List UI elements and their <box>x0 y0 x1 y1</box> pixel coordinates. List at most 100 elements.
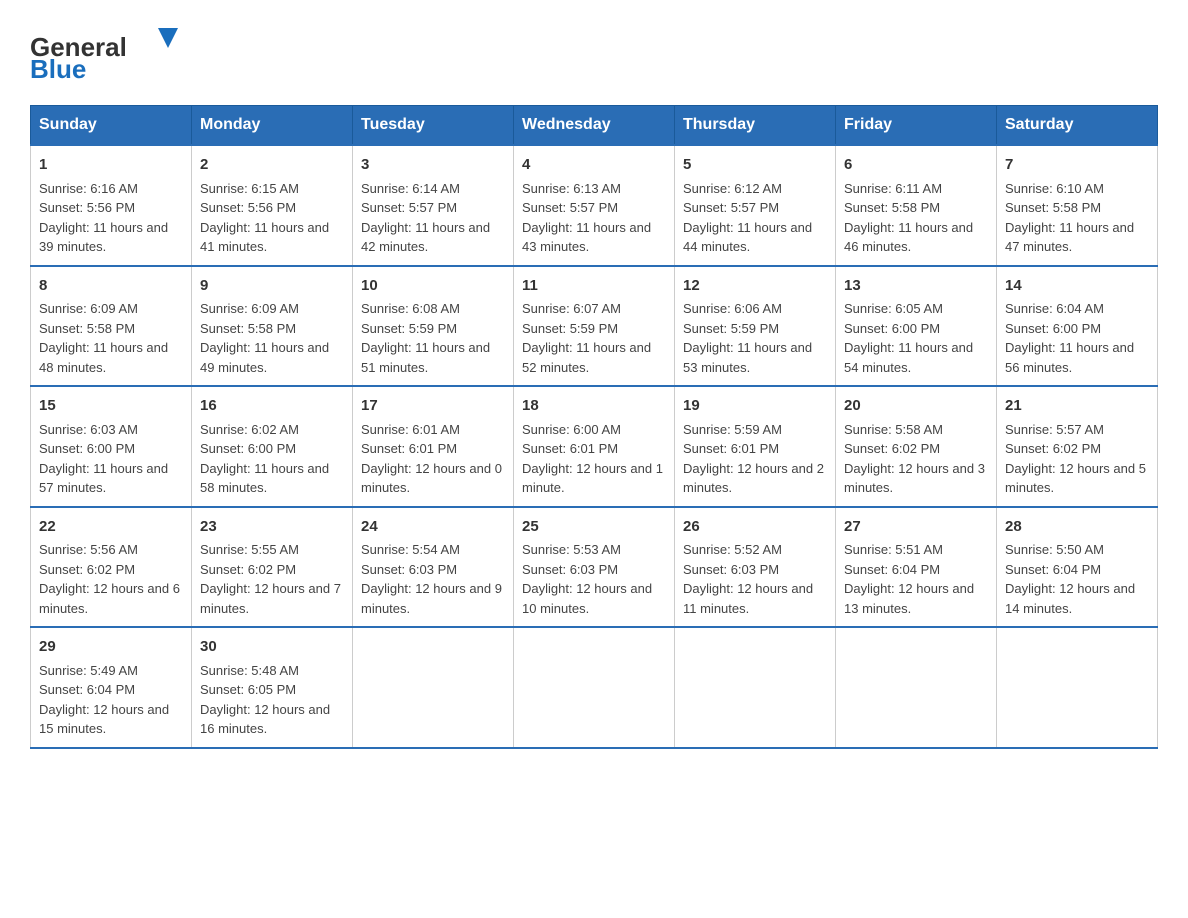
day-number: 5 <box>683 154 827 177</box>
day-info: Sunrise: 6:15 AMSunset: 5:56 PMDaylight:… <box>200 181 329 255</box>
day-number: 28 <box>1005 516 1149 539</box>
day-info: Sunrise: 5:52 AMSunset: 6:03 PMDaylight:… <box>683 542 813 616</box>
day-number: 4 <box>522 154 666 177</box>
day-cell: 8 Sunrise: 6:09 AMSunset: 5:58 PMDayligh… <box>31 266 192 387</box>
day-number: 6 <box>844 154 988 177</box>
day-header-friday: Friday <box>836 106 997 146</box>
week-row-4: 22 Sunrise: 5:56 AMSunset: 6:02 PMDaylig… <box>31 507 1158 628</box>
day-info: Sunrise: 6:09 AMSunset: 5:58 PMDaylight:… <box>200 301 329 375</box>
calendar-table: SundayMondayTuesdayWednesdayThursdayFrid… <box>30 105 1158 749</box>
day-info: Sunrise: 6:05 AMSunset: 6:00 PMDaylight:… <box>844 301 973 375</box>
day-header-thursday: Thursday <box>675 106 836 146</box>
day-info: Sunrise: 5:56 AMSunset: 6:02 PMDaylight:… <box>39 542 180 616</box>
day-info: Sunrise: 5:55 AMSunset: 6:02 PMDaylight:… <box>200 542 341 616</box>
day-number: 9 <box>200 275 344 298</box>
day-cell: 11 Sunrise: 6:07 AMSunset: 5:59 PMDaylig… <box>514 266 675 387</box>
day-number: 13 <box>844 275 988 298</box>
page-header: General Blue <box>30 20 1158 85</box>
day-number: 10 <box>361 275 505 298</box>
day-number: 8 <box>39 275 183 298</box>
day-info: Sunrise: 6:04 AMSunset: 6:00 PMDaylight:… <box>1005 301 1134 375</box>
day-info: Sunrise: 6:09 AMSunset: 5:58 PMDaylight:… <box>39 301 168 375</box>
day-number: 27 <box>844 516 988 539</box>
day-number: 24 <box>361 516 505 539</box>
day-info: Sunrise: 5:59 AMSunset: 6:01 PMDaylight:… <box>683 422 824 496</box>
day-info: Sunrise: 6:08 AMSunset: 5:59 PMDaylight:… <box>361 301 490 375</box>
day-cell: 9 Sunrise: 6:09 AMSunset: 5:58 PMDayligh… <box>192 266 353 387</box>
week-row-5: 29 Sunrise: 5:49 AMSunset: 6:04 PMDaylig… <box>31 627 1158 748</box>
logo-text: General Blue <box>30 20 200 85</box>
day-number: 12 <box>683 275 827 298</box>
day-cell: 21 Sunrise: 5:57 AMSunset: 6:02 PMDaylig… <box>997 386 1158 507</box>
day-info: Sunrise: 6:07 AMSunset: 5:59 PMDaylight:… <box>522 301 651 375</box>
day-info: Sunrise: 6:01 AMSunset: 6:01 PMDaylight:… <box>361 422 502 496</box>
day-cell: 15 Sunrise: 6:03 AMSunset: 6:00 PMDaylig… <box>31 386 192 507</box>
week-row-2: 8 Sunrise: 6:09 AMSunset: 5:58 PMDayligh… <box>31 266 1158 387</box>
day-info: Sunrise: 6:03 AMSunset: 6:00 PMDaylight:… <box>39 422 168 496</box>
logo: General Blue <box>30 20 200 85</box>
day-info: Sunrise: 5:49 AMSunset: 6:04 PMDaylight:… <box>39 663 169 737</box>
week-row-3: 15 Sunrise: 6:03 AMSunset: 6:00 PMDaylig… <box>31 386 1158 507</box>
day-cell: 18 Sunrise: 6:00 AMSunset: 6:01 PMDaylig… <box>514 386 675 507</box>
day-info: Sunrise: 6:11 AMSunset: 5:58 PMDaylight:… <box>844 181 973 255</box>
day-cell: 4 Sunrise: 6:13 AMSunset: 5:57 PMDayligh… <box>514 145 675 266</box>
day-cell <box>675 627 836 748</box>
day-info: Sunrise: 6:06 AMSunset: 5:59 PMDaylight:… <box>683 301 812 375</box>
day-number: 16 <box>200 395 344 418</box>
day-number: 29 <box>39 636 183 659</box>
day-cell <box>997 627 1158 748</box>
day-info: Sunrise: 6:10 AMSunset: 5:58 PMDaylight:… <box>1005 181 1134 255</box>
day-number: 15 <box>39 395 183 418</box>
day-cell: 14 Sunrise: 6:04 AMSunset: 6:00 PMDaylig… <box>997 266 1158 387</box>
day-header-sunday: Sunday <box>31 106 192 146</box>
day-number: 17 <box>361 395 505 418</box>
day-info: Sunrise: 6:16 AMSunset: 5:56 PMDaylight:… <box>39 181 168 255</box>
day-number: 11 <box>522 275 666 298</box>
day-number: 30 <box>200 636 344 659</box>
day-cell: 29 Sunrise: 5:49 AMSunset: 6:04 PMDaylig… <box>31 627 192 748</box>
day-cell: 19 Sunrise: 5:59 AMSunset: 6:01 PMDaylig… <box>675 386 836 507</box>
day-cell: 5 Sunrise: 6:12 AMSunset: 5:57 PMDayligh… <box>675 145 836 266</box>
day-cell: 28 Sunrise: 5:50 AMSunset: 6:04 PMDaylig… <box>997 507 1158 628</box>
day-cell: 6 Sunrise: 6:11 AMSunset: 5:58 PMDayligh… <box>836 145 997 266</box>
day-cell: 25 Sunrise: 5:53 AMSunset: 6:03 PMDaylig… <box>514 507 675 628</box>
day-cell: 2 Sunrise: 6:15 AMSunset: 5:56 PMDayligh… <box>192 145 353 266</box>
day-info: Sunrise: 6:13 AMSunset: 5:57 PMDaylight:… <box>522 181 651 255</box>
day-number: 1 <box>39 154 183 177</box>
day-cell: 27 Sunrise: 5:51 AMSunset: 6:04 PMDaylig… <box>836 507 997 628</box>
day-cell <box>836 627 997 748</box>
day-cell <box>514 627 675 748</box>
day-number: 14 <box>1005 275 1149 298</box>
day-cell: 3 Sunrise: 6:14 AMSunset: 5:57 PMDayligh… <box>353 145 514 266</box>
day-cell: 12 Sunrise: 6:06 AMSunset: 5:59 PMDaylig… <box>675 266 836 387</box>
day-number: 22 <box>39 516 183 539</box>
day-cell: 13 Sunrise: 6:05 AMSunset: 6:00 PMDaylig… <box>836 266 997 387</box>
day-header-wednesday: Wednesday <box>514 106 675 146</box>
day-cell: 20 Sunrise: 5:58 AMSunset: 6:02 PMDaylig… <box>836 386 997 507</box>
day-number: 21 <box>1005 395 1149 418</box>
day-info: Sunrise: 6:02 AMSunset: 6:00 PMDaylight:… <box>200 422 329 496</box>
day-number: 3 <box>361 154 505 177</box>
day-cell: 10 Sunrise: 6:08 AMSunset: 5:59 PMDaylig… <box>353 266 514 387</box>
day-cell: 30 Sunrise: 5:48 AMSunset: 6:05 PMDaylig… <box>192 627 353 748</box>
day-header-row: SundayMondayTuesdayWednesdayThursdayFrid… <box>31 106 1158 146</box>
day-info: Sunrise: 5:57 AMSunset: 6:02 PMDaylight:… <box>1005 422 1146 496</box>
day-header-saturday: Saturday <box>997 106 1158 146</box>
day-cell: 1 Sunrise: 6:16 AMSunset: 5:56 PMDayligh… <box>31 145 192 266</box>
day-info: Sunrise: 6:14 AMSunset: 5:57 PMDaylight:… <box>361 181 490 255</box>
day-number: 2 <box>200 154 344 177</box>
day-number: 26 <box>683 516 827 539</box>
day-cell <box>353 627 514 748</box>
day-header-monday: Monday <box>192 106 353 146</box>
day-info: Sunrise: 6:12 AMSunset: 5:57 PMDaylight:… <box>683 181 812 255</box>
day-info: Sunrise: 5:54 AMSunset: 6:03 PMDaylight:… <box>361 542 502 616</box>
day-info: Sunrise: 6:00 AMSunset: 6:01 PMDaylight:… <box>522 422 663 496</box>
day-cell: 17 Sunrise: 6:01 AMSunset: 6:01 PMDaylig… <box>353 386 514 507</box>
day-number: 19 <box>683 395 827 418</box>
day-number: 7 <box>1005 154 1149 177</box>
day-cell: 24 Sunrise: 5:54 AMSunset: 6:03 PMDaylig… <box>353 507 514 628</box>
day-cell: 16 Sunrise: 6:02 AMSunset: 6:00 PMDaylig… <box>192 386 353 507</box>
day-number: 18 <box>522 395 666 418</box>
day-cell: 7 Sunrise: 6:10 AMSunset: 5:58 PMDayligh… <box>997 145 1158 266</box>
day-header-tuesday: Tuesday <box>353 106 514 146</box>
